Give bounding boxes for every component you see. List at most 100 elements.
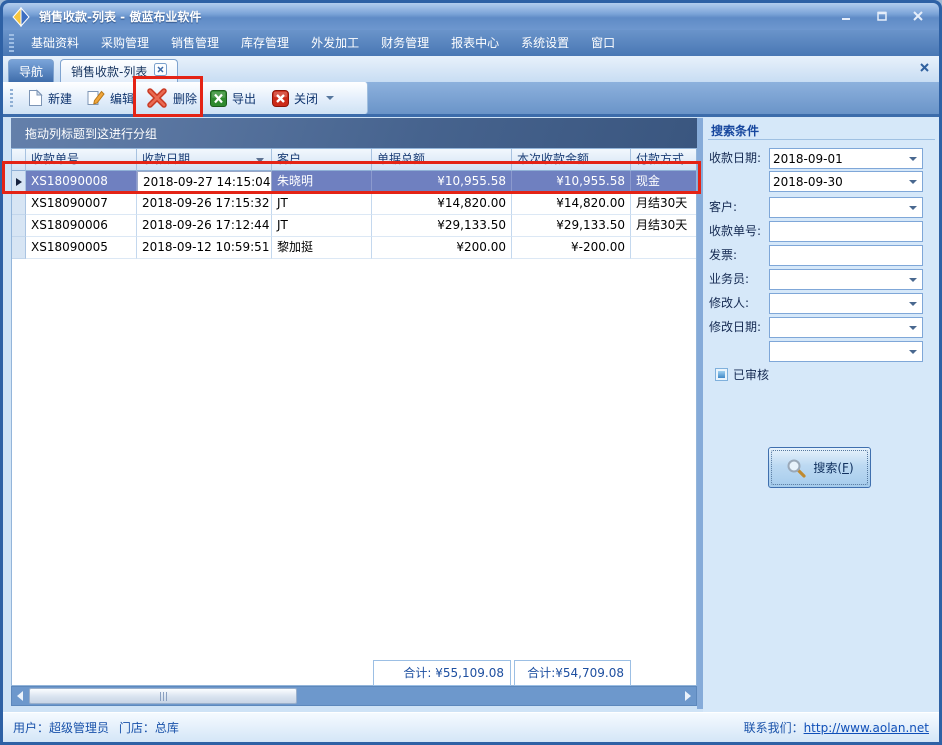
menu-item-finance[interactable]: 财务管理 [370, 30, 440, 56]
cell-payment[interactable] [631, 237, 696, 259]
menu-item-reports[interactable]: 报表中心 [440, 30, 510, 56]
customer-input[interactable] [770, 198, 906, 217]
date-from-dropdown[interactable] [769, 148, 923, 169]
cell-customer[interactable]: 朱晓明 [272, 171, 372, 193]
cell-order-amount[interactable]: ¥29,133.50 [372, 215, 512, 237]
chevron-down-icon[interactable] [909, 302, 917, 306]
search-button[interactable]: 搜索(F) [768, 447, 871, 488]
menu-item-basic-data[interactable]: 基础资料 [20, 30, 90, 56]
invoice-label: 发票: [709, 245, 737, 266]
maximize-icon[interactable] [871, 7, 893, 25]
date-to-input[interactable] [770, 172, 906, 191]
modifier-dropdown[interactable] [769, 293, 923, 314]
column-header-payment-method[interactable]: 付款方式 [631, 149, 696, 171]
scroll-left-icon[interactable] [12, 687, 28, 705]
modify-date-from-dropdown[interactable] [769, 317, 923, 338]
cell-receipt-date[interactable]: 2018-09-26 17:15:32 [137, 193, 272, 215]
export-button[interactable]: 导出 [207, 84, 259, 112]
chevron-down-icon[interactable] [909, 326, 917, 330]
column-header-receipt-date[interactable]: 收款日期 [137, 149, 272, 171]
website-link[interactable]: http://www.aolan.net [804, 721, 929, 735]
cell-order-amount[interactable]: ¥14,820.00 [372, 193, 512, 215]
menu-item-window[interactable]: 窗口 [580, 30, 626, 56]
salesman-input[interactable] [770, 270, 906, 289]
table-row-selected[interactable]: XS18090008 2018-09-27 14:15:04 朱晓明 ¥10,9… [12, 171, 696, 193]
chevron-down-icon[interactable] [909, 206, 917, 210]
cell-received-amount[interactable]: ¥29,133.50 [512, 215, 631, 237]
invoice-input[interactable] [769, 245, 923, 266]
salesman-label: 业务员: [709, 269, 749, 290]
modify-date-to-dropdown[interactable] [769, 341, 923, 362]
menu-item-purchase[interactable]: 采购管理 [90, 30, 160, 56]
new-button[interactable]: 新建 [25, 84, 75, 112]
tab-close-icon[interactable] [154, 63, 167, 79]
delete-button[interactable]: 删除 [143, 84, 200, 112]
audited-label: 已审核 [733, 366, 769, 383]
dropdown-caret-icon[interactable] [326, 96, 334, 100]
menu-item-outsourcing[interactable]: 外发加工 [300, 30, 370, 56]
sort-desc-icon[interactable] [256, 158, 264, 163]
cell-received-amount[interactable]: ¥14,820.00 [512, 193, 631, 215]
cell-customer[interactable]: JT [272, 215, 372, 237]
cell-receipt-no[interactable]: XS18090005 [26, 237, 137, 259]
cell-receipt-no[interactable]: XS18090008 [26, 171, 137, 193]
cell-receipt-date-focused[interactable]: 2018-09-27 14:15:04 [137, 171, 272, 193]
chevron-down-icon[interactable] [909, 157, 917, 161]
excel-export-icon [210, 90, 227, 107]
cell-customer[interactable]: JT [272, 193, 372, 215]
horizontal-scrollbar[interactable] [11, 686, 697, 706]
cell-received-amount[interactable]: ¥-200.00 [512, 237, 631, 259]
cell-receipt-date[interactable]: 2018-09-12 10:59:51 [137, 237, 272, 259]
cell-order-amount[interactable]: ¥200.00 [372, 237, 512, 259]
cell-customer[interactable]: 黎加挺 [272, 237, 372, 259]
minimize-icon[interactable] [835, 7, 857, 25]
edit-button[interactable]: 编辑 [84, 84, 137, 112]
chevron-down-icon[interactable] [909, 278, 917, 282]
cell-receipt-no[interactable]: XS18090007 [26, 193, 137, 215]
edit-pencil-icon [87, 89, 105, 107]
content-area: 拖动列标题到这进行分组 收款单号 收款日期 客户 单据总额 本次收款金额 付款方… [3, 117, 939, 712]
modifier-input[interactable] [770, 294, 906, 313]
tabgroup-close-icon[interactable] [919, 62, 930, 76]
date-from-input[interactable] [770, 149, 906, 168]
cell-order-amount[interactable]: ¥10,955.58 [372, 171, 512, 193]
chevron-down-icon[interactable] [909, 180, 917, 184]
column-header-order-amount[interactable]: 单据总额 [372, 149, 512, 171]
close-view-button-label: 关闭 [294, 90, 318, 107]
menu-item-system[interactable]: 系统设置 [510, 30, 580, 56]
checkbox-fill-icon [718, 371, 725, 378]
tab-bar: 导航 销售收款-列表 [3, 56, 939, 82]
tab-sales-receipt-list[interactable]: 销售收款-列表 [60, 59, 178, 82]
column-header-receipt-no[interactable]: 收款单号 [26, 149, 137, 171]
close-icon[interactable] [907, 7, 929, 25]
column-header-customer[interactable]: 客户 [272, 149, 372, 171]
cell-receipt-date[interactable]: 2018-09-26 17:12:44 [137, 215, 272, 237]
scrollbar-thumb[interactable] [29, 688, 297, 704]
tab-navigation[interactable]: 导航 [8, 59, 54, 82]
chevron-down-icon[interactable] [909, 350, 917, 354]
menu-item-inventory[interactable]: 库存管理 [230, 30, 300, 56]
salesman-dropdown[interactable] [769, 269, 923, 290]
table-row[interactable]: XS18090005 2018-09-12 10:59:51 黎加挺 ¥200.… [12, 237, 696, 259]
received-total-box: 合计:¥54,709.08 [514, 660, 631, 686]
cell-payment[interactable]: 月结30天 [631, 215, 696, 237]
cell-receipt-no[interactable]: XS18090006 [26, 215, 137, 237]
menu-item-sales[interactable]: 销售管理 [160, 30, 230, 56]
close-view-button[interactable]: 关闭 [269, 84, 337, 112]
table-row[interactable]: XS18090006 2018-09-26 17:12:44 JT ¥29,13… [12, 215, 696, 237]
date-to-dropdown[interactable] [769, 171, 923, 192]
column-header-receipt-date-label: 收款日期 [142, 152, 190, 166]
receipt-no-input[interactable] [769, 221, 923, 242]
scroll-right-icon[interactable] [680, 687, 696, 705]
table-row[interactable]: XS18090007 2018-09-26 17:15:32 JT ¥14,82… [12, 193, 696, 215]
toolbar: 新建 编辑 删除 导出 [3, 82, 939, 114]
cell-payment[interactable]: 现金 [631, 171, 696, 193]
cell-received-amount[interactable]: ¥10,955.58 [512, 171, 631, 193]
audited-checkbox[interactable] [715, 368, 728, 381]
modify-date-to-input[interactable] [770, 342, 906, 361]
group-by-panel[interactable]: 拖动列标题到这进行分组 [11, 118, 697, 148]
customer-dropdown[interactable] [769, 197, 923, 218]
column-header-received-amount[interactable]: 本次收款金额 [512, 149, 631, 171]
cell-payment[interactable]: 月结30天 [631, 193, 696, 215]
modify-date-from-input[interactable] [770, 318, 906, 337]
